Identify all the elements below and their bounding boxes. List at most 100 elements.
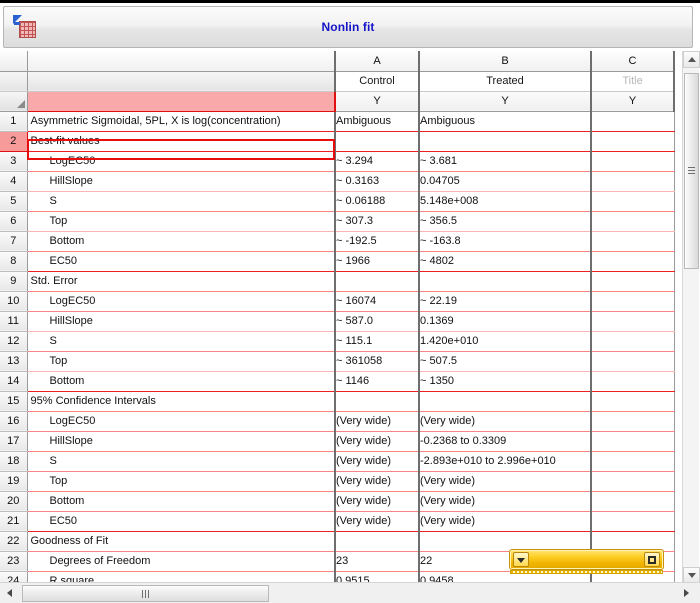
cell-a-row-11[interactable]: ~ 587.0 bbox=[335, 311, 420, 332]
cell-a-row-2[interactable] bbox=[335, 131, 420, 152]
column-name-b[interactable]: Treated bbox=[419, 71, 592, 92]
cell-a-row-16[interactable]: (Very wide) bbox=[335, 411, 420, 432]
cell-c-row-14[interactable] bbox=[591, 371, 675, 392]
cell-b-row-10[interactable]: ~ 22.19 bbox=[419, 291, 592, 312]
cell-b-row-4[interactable]: 0.04705 bbox=[419, 171, 592, 192]
cell-title-row-7[interactable]: Bottom bbox=[27, 231, 336, 252]
cell-title-row-15[interactable]: 95% Confidence Intervals bbox=[27, 391, 336, 412]
cell-b-row-8[interactable]: ~ 4802 bbox=[419, 251, 592, 272]
table-row[interactable]: 10 LogEC50 ~ 16074 ~ 22.19 bbox=[0, 291, 682, 312]
cell-a-row-21[interactable]: (Very wide) bbox=[335, 511, 420, 532]
row-header-22[interactable]: 22 bbox=[0, 531, 28, 552]
vertical-scrollbar[interactable] bbox=[682, 51, 700, 584]
row-header-16[interactable]: 16 bbox=[0, 411, 28, 432]
cell-title-row-20[interactable]: Bottom bbox=[27, 491, 336, 512]
cell-c-row-5[interactable] bbox=[591, 191, 675, 212]
cell-title-row-8[interactable]: EC50 bbox=[27, 251, 336, 272]
floating-bar-resize-handle[interactable] bbox=[510, 570, 663, 574]
cell-title-row-16[interactable]: LogEC50 bbox=[27, 411, 336, 432]
horizontal-scrollbar[interactable] bbox=[0, 582, 700, 603]
cell-c-row-7[interactable] bbox=[591, 231, 675, 252]
table-row[interactable]: 5 S ~ 0.06188 5.148e+008 bbox=[0, 191, 682, 212]
column-header-b[interactable]: B bbox=[419, 51, 592, 72]
cell-b-row-16[interactable]: (Very wide) bbox=[419, 411, 592, 432]
cell-title-row-19[interactable]: Top bbox=[27, 471, 336, 492]
cell-a-row-15[interactable] bbox=[335, 391, 420, 412]
cell-a-row-13[interactable]: ~ 361058 bbox=[335, 351, 420, 372]
row-header-23[interactable]: 23 bbox=[0, 551, 28, 572]
cell-a-row-5[interactable]: ~ 0.06188 bbox=[335, 191, 420, 212]
cell-a-row-8[interactable]: ~ 1966 bbox=[335, 251, 420, 272]
row-header-12[interactable]: 12 bbox=[0, 331, 28, 352]
table-row[interactable]: 1 Asymmetric Sigmoidal, 5PL, X is log(con… bbox=[0, 111, 682, 132]
table-row[interactable]: 12 S ~ 115.1 1.420e+010 bbox=[0, 331, 682, 352]
cell-b-row-14[interactable]: ~ 1350 bbox=[419, 371, 592, 392]
cell-title-row-6[interactable]: Top bbox=[27, 211, 336, 232]
cell-a-row-3[interactable]: ~ 3.294 bbox=[335, 151, 420, 172]
cell-c-row-22[interactable] bbox=[591, 531, 675, 552]
row-header-18[interactable]: 18 bbox=[0, 451, 28, 472]
cell-b-row-12[interactable]: 1.420e+010 bbox=[419, 331, 592, 352]
cell-a-row-10[interactable]: ~ 16074 bbox=[335, 291, 420, 312]
cell-title-row-12[interactable]: S bbox=[27, 331, 336, 352]
row-header-15[interactable]: 15 bbox=[0, 391, 28, 412]
table-row[interactable]: 11 HillSlope ~ 587.0 0.1369 bbox=[0, 311, 682, 332]
cell-c-row-3[interactable] bbox=[591, 151, 675, 172]
cell-a-row-20[interactable]: (Very wide) bbox=[335, 491, 420, 512]
cell-b-row-18[interactable]: -2.893e+010 to 2.996e+010 bbox=[419, 451, 592, 472]
table-row[interactable]: 22 Goodness of Fit bbox=[0, 531, 682, 552]
column-name-a[interactable]: Control bbox=[335, 71, 420, 92]
floating-annotation-bar[interactable] bbox=[509, 549, 664, 574]
vertical-scroll-thumb[interactable] bbox=[684, 73, 699, 269]
cell-b-row-13[interactable]: ~ 507.5 bbox=[419, 351, 592, 372]
table-row[interactable]: 21 EC50 (Very wide) (Very wide) bbox=[0, 511, 682, 532]
row-header-1[interactable]: 1 bbox=[0, 111, 28, 132]
cell-title-row-13[interactable]: Top bbox=[27, 351, 336, 372]
cell-c-row-1[interactable] bbox=[591, 111, 675, 132]
cell-title-row-22[interactable]: Goodness of Fit bbox=[27, 531, 336, 552]
column-header-c[interactable]: C bbox=[591, 51, 675, 72]
row-header-10[interactable]: 10 bbox=[0, 291, 28, 312]
cell-b-row-6[interactable]: ~ 356.5 bbox=[419, 211, 592, 232]
cell-b-row-11[interactable]: 0.1369 bbox=[419, 311, 592, 332]
row-header-5[interactable]: 5 bbox=[0, 191, 28, 212]
table-row[interactable]: 16 LogEC50 (Very wide) (Very wide) bbox=[0, 411, 682, 432]
row-header-21[interactable]: 21 bbox=[0, 511, 28, 532]
select-all-corner[interactable] bbox=[0, 91, 28, 112]
row-header-17[interactable]: 17 bbox=[0, 431, 28, 452]
table-row[interactable]: 18 S (Very wide) -2.893e+010 to 2.996e+010 bbox=[0, 451, 682, 472]
table-row[interactable]: 6 Top ~ 307.3 ~ 356.5 bbox=[0, 211, 682, 232]
table-row[interactable]: 3 LogEC50 ~ 3.294 ~ 3.681 bbox=[0, 151, 682, 172]
column-header-a[interactable]: A bbox=[335, 51, 420, 72]
horizontal-scroll-thumb[interactable] bbox=[22, 585, 269, 602]
cell-c-row-13[interactable] bbox=[591, 351, 675, 372]
scroll-left-button[interactable] bbox=[3, 585, 19, 601]
cell-c-row-19[interactable] bbox=[591, 471, 675, 492]
cell-c-row-4[interactable] bbox=[591, 171, 675, 192]
cell-c-row-16[interactable] bbox=[591, 411, 675, 432]
cell-b-row-19[interactable]: (Very wide) bbox=[419, 471, 592, 492]
cell-c-row-8[interactable] bbox=[591, 251, 675, 272]
subcolumn-c[interactable]: Y bbox=[591, 91, 675, 112]
cell-title-row-1[interactable]: Asymmetric Sigmoidal, 5PL, X is log(conc… bbox=[27, 111, 336, 132]
cell-title-row-18[interactable]: S bbox=[27, 451, 336, 472]
cell-c-row-10[interactable] bbox=[591, 291, 675, 312]
cell-c-row-9[interactable] bbox=[591, 271, 675, 292]
cell-c-row-2[interactable] bbox=[591, 131, 675, 152]
row-header-20[interactable]: 20 bbox=[0, 491, 28, 512]
table-row[interactable]: 14 Bottom ~ 1146 ~ 1350 bbox=[0, 371, 682, 392]
row-header-13[interactable]: 13 bbox=[0, 351, 28, 372]
table-row[interactable]: 17 HillSlope (Very wide) -0.2368 to 0.3309 bbox=[0, 431, 682, 452]
cell-b-row-21[interactable]: (Very wide) bbox=[419, 511, 592, 532]
cell-title-row-23[interactable]: Degrees of Freedom bbox=[27, 551, 336, 572]
cell-a-row-23[interactable]: 23 bbox=[335, 551, 420, 572]
cell-title-row-11[interactable]: HillSlope bbox=[27, 311, 336, 332]
spreadsheet-grid[interactable]: A B C Control Treated Title Y Y Y 1 Asym… bbox=[0, 51, 682, 584]
cell-a-row-22[interactable] bbox=[335, 531, 420, 552]
cell-b-row-17[interactable]: -0.2368 to 0.3309 bbox=[419, 431, 592, 452]
cell-a-row-14[interactable]: ~ 1146 bbox=[335, 371, 420, 392]
row-title-column-header[interactable] bbox=[27, 51, 336, 72]
cell-title-row-9[interactable]: Std. Error bbox=[27, 271, 336, 292]
cell-title-row-14[interactable]: Bottom bbox=[27, 371, 336, 392]
cell-c-row-11[interactable] bbox=[591, 311, 675, 332]
